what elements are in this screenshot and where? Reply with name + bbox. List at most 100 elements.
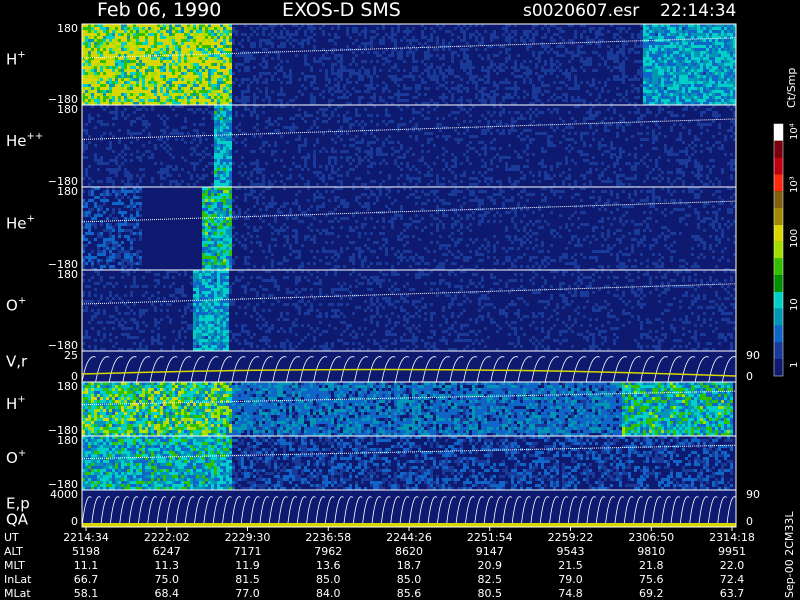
spectrogram-cell	[571, 99, 574, 102]
spectrogram-cell	[451, 96, 454, 99]
spectrogram-cell	[682, 48, 685, 51]
spectrogram-cell	[160, 171, 163, 174]
spectrogram-cell	[544, 69, 547, 72]
spectrogram-cell	[91, 90, 94, 93]
spectrogram-cell	[730, 51, 733, 54]
spectrogram-cell	[688, 66, 691, 69]
spectrogram-cell	[184, 63, 187, 66]
spectrogram-cell	[619, 183, 622, 186]
spectrogram-cell	[484, 150, 487, 153]
spectrogram-cell	[499, 180, 502, 183]
spectrogram-cell	[196, 180, 199, 183]
spectrogram-cell	[649, 36, 652, 39]
spectrogram-cell	[589, 57, 592, 60]
spectrogram-cell	[229, 93, 232, 96]
spectrogram-cell	[196, 75, 199, 78]
spectrogram-cell	[649, 42, 652, 45]
spectrogram-cell	[541, 27, 544, 30]
spectrogram-cell	[721, 39, 724, 42]
spectrogram-cell	[469, 60, 472, 63]
spectrogram-cell	[115, 45, 118, 48]
spectrogram-cell	[154, 90, 157, 93]
spectrogram-cell	[103, 69, 106, 72]
spectrogram-cell	[670, 90, 673, 93]
spectrogram-cell	[205, 30, 208, 33]
spectrogram-cell	[280, 45, 283, 48]
spectrogram-cell	[391, 36, 394, 39]
spectrogram-cell	[484, 165, 487, 168]
spectrogram-cell	[340, 75, 343, 78]
spectrogram-cell	[256, 33, 259, 36]
spectrogram-cell	[613, 36, 616, 39]
spectrogram-cell	[346, 27, 349, 30]
spectrogram-cell	[505, 168, 508, 171]
spectrogram-cell	[130, 33, 133, 36]
spectrogram-cell	[184, 78, 187, 81]
spectrogram-cell	[670, 63, 673, 66]
spectrogram-cell	[244, 90, 247, 93]
spectrogram-cell	[472, 33, 475, 36]
spectrogram-cell	[442, 48, 445, 51]
spectrogram-cell	[691, 33, 694, 36]
spectrogram-cell	[691, 27, 694, 30]
spectrogram-cell	[574, 180, 577, 183]
spectrogram-cell	[154, 144, 157, 147]
spectrogram-cell	[91, 72, 94, 75]
spectrogram-cell	[106, 30, 109, 33]
spectrogram-cell	[673, 84, 676, 87]
spectrogram-cell	[478, 171, 481, 174]
spectrogram-cell	[175, 168, 178, 171]
spectrogram-cell	[451, 57, 454, 60]
spectrogram-cell	[532, 90, 535, 93]
spectrogram-cell	[553, 39, 556, 42]
spectrogram-cell	[727, 45, 730, 48]
spectrogram-cell	[640, 75, 643, 78]
spectrogram-cell	[718, 66, 721, 69]
spectrogram-cell	[346, 30, 349, 33]
spectrogram-cell	[196, 174, 199, 177]
spectrogram-cell	[94, 51, 97, 54]
spectrogram-cell	[724, 48, 727, 51]
spectrogram-cell	[646, 27, 649, 30]
spectrogram-cell	[235, 30, 238, 33]
spectrogram-cell	[139, 36, 142, 39]
spectrogram-cell	[532, 84, 535, 87]
spectrogram-cell	[481, 93, 484, 96]
spectrogram-cell	[517, 156, 520, 159]
spectrogram-cell	[724, 90, 727, 93]
spectrogram-cell	[271, 90, 274, 93]
spectrogram-cell	[661, 87, 664, 90]
spectrogram-cell	[214, 33, 217, 36]
spectrogram-cell	[190, 108, 193, 111]
spectrogram-cell	[337, 60, 340, 63]
spectrogram-cell	[196, 51, 199, 54]
spectrogram-cell	[676, 66, 679, 69]
spectrogram-cell	[256, 87, 259, 90]
spectrogram-cell	[118, 66, 121, 69]
spectrogram-cell	[325, 150, 328, 153]
spectrogram-cell	[463, 87, 466, 90]
spectrogram-cell	[163, 75, 166, 78]
spectrogram-cell	[553, 33, 556, 36]
spectrogram-cell	[640, 69, 643, 72]
spectrogram-cell	[175, 96, 178, 99]
spectrogram-cell	[643, 51, 646, 54]
spectrogram-cell	[661, 63, 664, 66]
spectrogram-cell	[178, 51, 181, 54]
spectrogram-cell	[160, 27, 163, 30]
spectrogram-cell	[229, 165, 232, 168]
spectrogram-cell	[352, 72, 355, 75]
spectrogram-cell	[319, 171, 322, 174]
spectrogram-cell	[163, 120, 166, 123]
spectrogram-cell	[370, 96, 373, 99]
spectrogram-cell	[445, 75, 448, 78]
spectrogram-cell	[217, 30, 220, 33]
spectrogram-cell	[109, 90, 112, 93]
spectrogram-cell	[559, 45, 562, 48]
spectrogram-cell	[466, 159, 469, 162]
spectrogram-cell	[670, 81, 673, 84]
spectrogram-cell	[676, 69, 679, 72]
spectrogram-cell	[136, 84, 139, 87]
spectrogram-cell	[436, 156, 439, 159]
spectrogram-cell	[697, 54, 700, 57]
